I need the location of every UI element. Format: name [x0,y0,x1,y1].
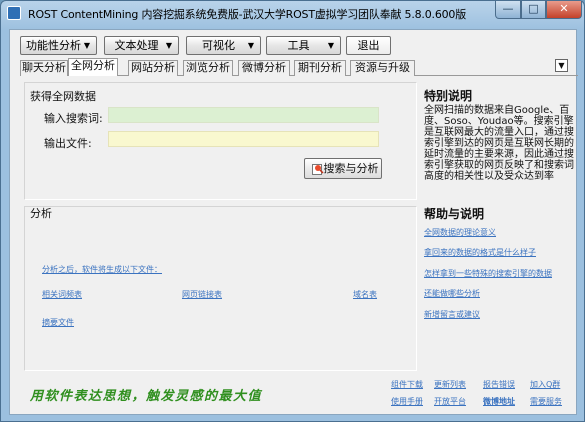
exit-button[interactable]: 退出 [346,36,391,55]
help-link-format[interactable]: 拿回来的数据的格式是什么样子 [424,247,536,258]
footer-link-manual[interactable]: 使用手册 [391,396,423,407]
close-button[interactable]: ✕ [546,1,582,19]
menu-label: 工具 [287,39,310,52]
tab-resources-upgrade[interactable]: 资源与升级 [350,60,415,76]
maximize-button[interactable]: □ [521,1,546,19]
app-window: ROST ContentMining 内容挖掘系统免费版-武汉大学ROST虚拟学… [0,0,585,422]
footer-link-report-error[interactable]: 报告错误 [483,379,515,390]
search-heading: 获得全网数据 [30,90,96,103]
file-link-page-links[interactable]: 网页链接表 [182,289,222,300]
analysis-heading: 分析 [30,207,52,220]
help-link-feedback[interactable]: 新增留言或建议 [424,309,480,320]
tab-strip: 聊天分析 全网分析 网站分析 浏览分析 微博分析 期刊分析 资源与升级 [20,58,578,76]
tab-chat-analysis[interactable]: 聊天分析 [20,60,68,76]
help-link-theory[interactable]: 全网数据的理论意义 [424,227,496,238]
help-link-special-engines[interactable]: 怎样拿到一些特殊的搜索引擎的数据 [424,268,552,279]
menu-visualization[interactable]: 可视化 ▼ [186,36,261,55]
menu-label: 可视化 [202,39,235,52]
output-file-label: 输出文件: [44,137,92,150]
keyword-label: 输入搜索词: [44,112,103,125]
tab-scroll-icon[interactable]: ▼ [555,59,568,72]
menu-tools[interactable]: 工具 ▼ [266,36,341,55]
output-file-input[interactable] [108,131,379,147]
file-link-summary[interactable]: 摘要文件 [42,317,74,328]
menu-functional-analysis[interactable]: 功能性分析 ▼ [20,36,97,55]
file-link-domains[interactable]: 域名表 [353,289,377,300]
special-note-heading: 特别说明 [424,89,473,103]
tab-site-analysis[interactable]: 网站分析 [128,60,178,76]
search-analyze-label: 搜索与分析 [323,162,379,175]
menu-text-processing[interactable]: 文本处理 ▼ [104,36,179,55]
dropdown-arrow-icon: ▼ [83,41,90,50]
special-note-text: 全网扫描的数据来自Google、百度、Soso、Youdao等。搜索引擎是互联网… [424,105,574,182]
search-analyze-button[interactable]: 搜索与分析 [304,158,382,179]
file-link-word-frequency[interactable]: 相关词频表 [42,289,82,300]
window-title: ROST ContentMining 内容挖掘系统免费版-武汉大学ROST虚拟学… [28,8,467,21]
menu-label: 文本处理 [114,39,159,52]
footer-link-changelog[interactable]: 更新列表 [434,379,466,390]
footer-link-open-platform[interactable]: 开放平台 [434,396,466,407]
footer-link-component-download[interactable]: 组件下载 [391,379,423,390]
title-bar[interactable]: ROST ContentMining 内容挖掘系统免费版-武汉大学ROST虚拟学… [1,1,584,25]
dropdown-arrow-icon: ▼ [327,41,334,50]
search-icon [312,164,324,175]
keyword-input[interactable] [108,107,379,123]
slogan-text: 用软件表达思想，触发灵感的最大值 [30,389,263,404]
dropdown-arrow-icon: ▼ [247,41,254,50]
menu-label: 功能性分析 [26,39,81,52]
app-icon [7,6,21,20]
footer-link-weibo[interactable]: 微博地址 [483,396,515,407]
tab-journal-analysis[interactable]: 期刊分析 [294,60,346,76]
analysis-note: 分析之后，软件将生成以下文件： [42,265,162,274]
client-area: 功能性分析 ▼ 文本处理 ▼ 可视化 ▼ 工具 ▼ 退出 聊天分析 全网分析 网站分析 … [9,29,578,415]
footer-link-service[interactable]: 需要服务 [530,396,562,407]
tab-browse-analysis[interactable]: 浏览分析 [183,60,233,76]
footer-link-join-qq-group[interactable]: 加入Q群 [530,379,560,390]
dropdown-arrow-icon: ▼ [165,41,172,50]
minimize-button[interactable]: — [495,1,521,19]
tab-weibo-analysis[interactable]: 微博分析 [238,60,290,76]
help-link-more-analysis[interactable]: 还能做哪些分析 [424,288,480,299]
help-heading: 帮助与说明 [424,207,485,221]
tab-web-analysis[interactable]: 全网分析 [68,58,118,76]
